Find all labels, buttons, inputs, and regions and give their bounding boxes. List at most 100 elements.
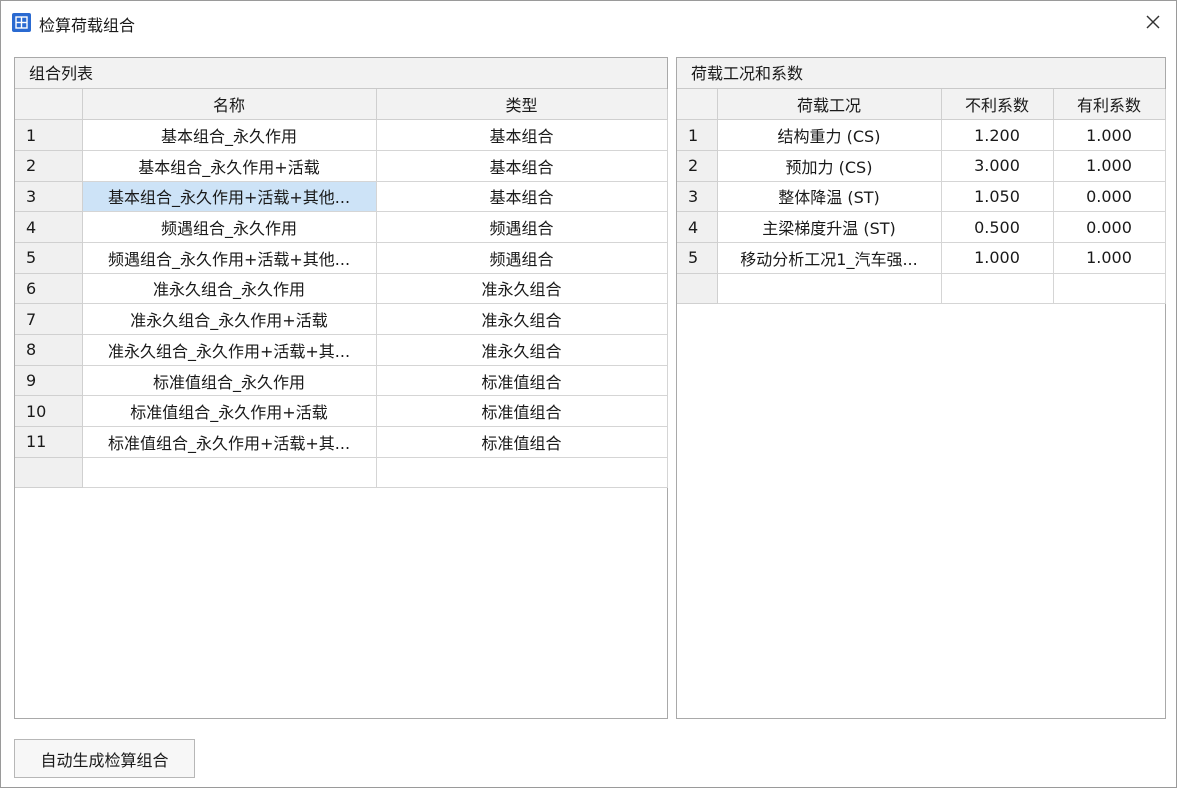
favorable-factor-cell[interactable]: 1.000 <box>1052 119 1166 151</box>
column-header-rownum[interactable] <box>677 89 718 121</box>
load-case-cell[interactable]: 预加力 (CS) <box>716 149 942 182</box>
auto-generate-combinations-button[interactable]: 自动生成检算组合 <box>14 739 195 778</box>
load-case-factor-panel: 荷载工况和系数 荷载工况 不利系数 有利系数 1 结构重力 (CS) 1.200… <box>676 57 1166 719</box>
table-header-row: 名称 类型 <box>15 89 668 121</box>
load-case-cell[interactable] <box>716 272 942 305</box>
favorable-factor-cell[interactable]: 1.000 <box>1052 241 1166 274</box>
column-header-rownum[interactable] <box>15 89 83 121</box>
row-number: 4 <box>15 211 83 243</box>
column-header-load-case[interactable]: 荷载工况 <box>716 89 942 121</box>
load-case-cell[interactable]: 主梁梯度升温 (ST) <box>716 211 942 243</box>
combination-table: 名称 类型 1 基本组合_永久作用 基本组合 2 基本组合_永久作用+活载 基本… <box>15 89 668 489</box>
unfavorable-factor-cell[interactable]: 1.000 <box>940 241 1054 274</box>
table-row[interactable]: 2 预加力 (CS) 3.000 1.000 <box>677 149 1166 182</box>
table-row[interactable]: 2 基本组合_永久作用+活载 基本组合 <box>15 149 668 182</box>
table-row[interactable]: 1 基本组合_永久作用 基本组合 <box>15 119 668 151</box>
combination-type-cell[interactable]: 频遇组合 <box>375 211 668 243</box>
combination-name-cell[interactable]: 准永久组合_永久作用 <box>81 272 377 305</box>
combination-name-cell[interactable]: 基本组合_永久作用 <box>81 119 377 151</box>
close-icon[interactable] <box>1146 15 1160 29</box>
row-number: 5 <box>677 241 718 274</box>
row-number: 2 <box>15 149 83 182</box>
table-row[interactable]: 3 整体降温 (ST) 1.050 0.000 <box>677 180 1166 213</box>
table-row[interactable]: 8 准永久组合_永久作用+活载+其... 准永久组合 <box>15 334 668 366</box>
grid-app-icon <box>12 13 31 32</box>
combination-type-cell[interactable]: 基本组合 <box>375 119 668 151</box>
load-case-cell[interactable]: 整体降温 (ST) <box>716 180 942 213</box>
combination-type-cell[interactable]: 标准值组合 <box>375 364 668 397</box>
table-row[interactable]: 1 结构重力 (CS) 1.200 1.000 <box>677 119 1166 151</box>
row-number: 11 <box>15 426 83 458</box>
table-row[interactable]: 9 标准值组合_永久作用 标准值组合 <box>15 364 668 397</box>
row-number <box>15 456 83 489</box>
combination-name-cell[interactable]: 标准值组合_永久作用+活载 <box>81 395 377 428</box>
row-number: 3 <box>15 180 83 213</box>
combination-type-cell[interactable]: 基本组合 <box>375 180 668 213</box>
table-row-empty[interactable] <box>677 272 1166 305</box>
combination-name-cell[interactable]: 标准值组合_永久作用 <box>81 364 377 397</box>
favorable-factor-cell[interactable]: 0.000 <box>1052 180 1166 213</box>
combination-name-cell[interactable]: 标准值组合_永久作用+活载+其... <box>81 426 377 458</box>
row-number <box>677 272 718 305</box>
dialog-window: 检算荷载组合 组合列表 名称 类型 1 基本组合_永久作用 基本组合 2 基本组… <box>0 0 1177 788</box>
combination-list-panel: 组合列表 名称 类型 1 基本组合_永久作用 基本组合 2 基本组合_永久作用+… <box>14 57 668 719</box>
column-header-name[interactable]: 名称 <box>81 89 377 121</box>
favorable-factor-cell[interactable]: 0.000 <box>1052 211 1166 243</box>
table-header-row: 荷载工况 不利系数 有利系数 <box>677 89 1166 121</box>
row-number: 5 <box>15 241 83 274</box>
panel-title: 荷载工况和系数 <box>677 58 1165 89</box>
combination-type-cell[interactable]: 基本组合 <box>375 149 668 182</box>
favorable-factor-cell[interactable]: 1.000 <box>1052 149 1166 182</box>
column-header-unfavorable-factor[interactable]: 不利系数 <box>940 89 1054 121</box>
unfavorable-factor-cell[interactable]: 1.200 <box>940 119 1054 151</box>
table-row[interactable]: 7 准永久组合_永久作用+活载 准永久组合 <box>15 303 668 335</box>
column-header-favorable-factor[interactable]: 有利系数 <box>1052 89 1166 121</box>
combination-type-cell[interactable]: 准永久组合 <box>375 272 668 305</box>
favorable-factor-cell[interactable] <box>1052 272 1166 305</box>
table-row[interactable]: 4 频遇组合_永久作用 频遇组合 <box>15 211 668 243</box>
window-title: 检算荷载组合 <box>39 16 136 35</box>
combination-name-cell[interactable] <box>81 456 377 489</box>
row-number: 10 <box>15 395 83 428</box>
row-number: 6 <box>15 272 83 305</box>
combination-name-cell[interactable]: 频遇组合_永久作用 <box>81 211 377 243</box>
row-number: 2 <box>677 149 718 182</box>
combination-name-cell-selected[interactable]: 基本组合_永久作用+活载+其他... <box>81 180 377 213</box>
table-row[interactable]: 11 标准值组合_永久作用+活载+其... 标准值组合 <box>15 426 668 458</box>
table-row[interactable]: 10 标准值组合_永久作用+活载 标准值组合 <box>15 395 668 428</box>
table-row-empty[interactable] <box>15 456 668 489</box>
table-row[interactable]: 4 主梁梯度升温 (ST) 0.500 0.000 <box>677 211 1166 243</box>
combination-name-cell[interactable]: 基本组合_永久作用+活载 <box>81 149 377 182</box>
load-case-table: 荷载工况 不利系数 有利系数 1 结构重力 (CS) 1.200 1.000 2… <box>677 89 1166 305</box>
row-number: 4 <box>677 211 718 243</box>
load-case-cell[interactable]: 移动分析工况1_汽车强... <box>716 241 942 274</box>
combination-name-cell[interactable]: 准永久组合_永久作用+活载 <box>81 303 377 335</box>
table-row[interactable]: 5 移动分析工况1_汽车强... 1.000 1.000 <box>677 241 1166 274</box>
unfavorable-factor-cell[interactable]: 3.000 <box>940 149 1054 182</box>
close-button[interactable] <box>1138 7 1168 37</box>
unfavorable-factor-cell[interactable]: 0.500 <box>940 211 1054 243</box>
row-number: 1 <box>15 119 83 151</box>
combination-type-cell[interactable]: 准永久组合 <box>375 334 668 366</box>
load-case-cell[interactable]: 结构重力 (CS) <box>716 119 942 151</box>
row-number: 1 <box>677 119 718 151</box>
row-number: 3 <box>677 180 718 213</box>
panel-title: 组合列表 <box>15 58 667 89</box>
combination-type-cell[interactable]: 标准值组合 <box>375 426 668 458</box>
row-number: 9 <box>15 364 83 397</box>
unfavorable-factor-cell[interactable]: 1.050 <box>940 180 1054 213</box>
row-number: 7 <box>15 303 83 335</box>
combination-name-cell[interactable]: 频遇组合_永久作用+活载+其他... <box>81 241 377 274</box>
combination-type-cell[interactable] <box>375 456 668 489</box>
unfavorable-factor-cell[interactable] <box>940 272 1054 305</box>
row-number: 8 <box>15 334 83 366</box>
combination-type-cell[interactable]: 准永久组合 <box>375 303 668 335</box>
combination-type-cell[interactable]: 标准值组合 <box>375 395 668 428</box>
combination-type-cell[interactable]: 频遇组合 <box>375 241 668 274</box>
table-row[interactable]: 5 频遇组合_永久作用+活载+其他... 频遇组合 <box>15 241 668 274</box>
column-header-type[interactable]: 类型 <box>375 89 668 121</box>
table-row-selected[interactable]: 3 基本组合_永久作用+活载+其他... 基本组合 <box>15 180 668 213</box>
title-bar: 检算荷载组合 <box>1 1 1176 43</box>
table-row[interactable]: 6 准永久组合_永久作用 准永久组合 <box>15 272 668 305</box>
combination-name-cell[interactable]: 准永久组合_永久作用+活载+其... <box>81 334 377 366</box>
